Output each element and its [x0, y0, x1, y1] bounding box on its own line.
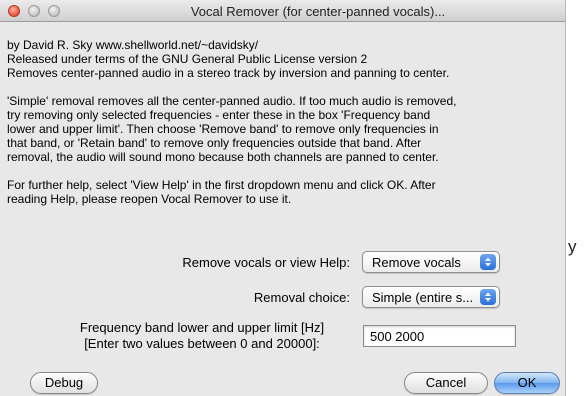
minimize-window-icon[interactable] [28, 5, 40, 17]
updown-arrows-icon [480, 289, 496, 305]
ok-button[interactable]: OK [494, 372, 560, 394]
intro-line: Removes center-panned audio in a stereo … [7, 66, 450, 80]
cancel-button[interactable]: Cancel [404, 372, 488, 394]
help-line: reading Help, please reopen Vocal Remove… [7, 192, 292, 206]
title-bar[interactable]: Vocal Remover (for center-panned vocals)… [0, 0, 565, 22]
frequency-band-label: Frequency band lower and upper limit [Hz… [40, 320, 364, 352]
remove-vocals-select[interactable]: Remove vocals [362, 251, 500, 273]
description-text: by David R. Sky www.shellworld.net/~davi… [7, 38, 561, 220]
close-window-icon[interactable] [8, 5, 20, 17]
stray-text: y [568, 237, 577, 256]
updown-arrows-icon [480, 254, 496, 270]
remove-vocals-value: Remove vocals [372, 255, 461, 270]
frequency-band-input[interactable] [363, 325, 516, 347]
removal-choice-select[interactable]: Simple (entire s... [362, 286, 500, 308]
zoom-window-icon[interactable] [48, 5, 60, 17]
simple-line: removal, the audio will sound mono becau… [7, 150, 439, 164]
simple-line: that band, or 'Retain band' to remove on… [7, 136, 422, 150]
intro-paragraph: by David R. Sky www.shellworld.net/~davi… [7, 38, 561, 80]
frequency-band-label-line2: [Enter two values between 0 and 20000]: [84, 336, 320, 351]
simple-paragraph: 'Simple' removal removes all the center-… [7, 94, 561, 164]
removal-choice-label: Removal choice: [253, 290, 350, 305]
frequency-band-label-line1: Frequency band lower and upper limit [Hz… [79, 320, 325, 335]
window-title: Vocal Remover (for center-panned vocals)… [190, 4, 446, 19]
help-line: For further help, select 'View Help' in … [7, 178, 436, 192]
remove-vocals-label: Remove vocals or view Help: [182, 255, 350, 270]
intro-line: Released under terms of the GNU General … [7, 52, 368, 66]
simple-line: try removing only selected frequencies -… [7, 108, 431, 122]
removal-choice-value: Simple (entire s... [372, 290, 474, 305]
simple-line: 'Simple' removal removes all the center-… [7, 94, 457, 108]
intro-line: by David R. Sky www.shellworld.net/~davi… [7, 38, 259, 52]
help-paragraph: For further help, select 'View Help' in … [7, 178, 561, 206]
dialog-window: Vocal Remover (for center-panned vocals)… [0, 0, 566, 396]
debug-button[interactable]: Debug [30, 372, 98, 394]
simple-line: lower and upper limit'. Then choose 'Rem… [7, 122, 439, 136]
